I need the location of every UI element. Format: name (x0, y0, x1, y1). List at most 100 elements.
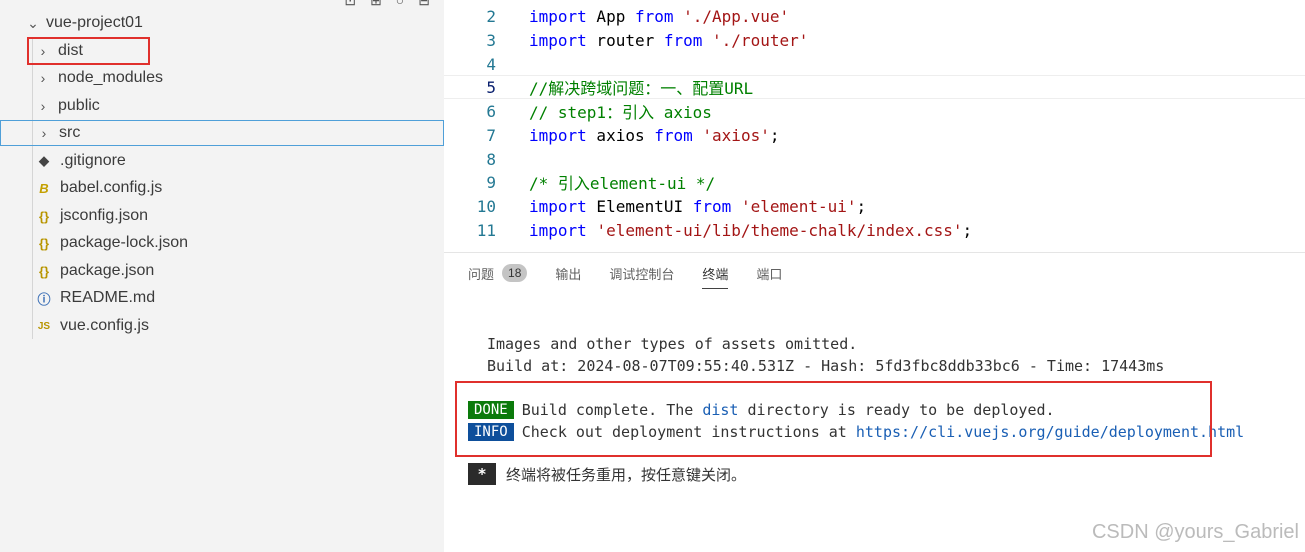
terminal-close-message: * 终端将被任务重用，按任意键关闭。 (468, 462, 746, 486)
code-editor[interactable]: 2 import App from './App.vue' 3 import rout… (444, 0, 1305, 252)
highlight-box-dist (27, 37, 150, 65)
tree-item-babel-config[interactable]: B babel.config.js (0, 175, 444, 201)
tree-root-folder[interactable]: ⌄ vue-project01 (0, 10, 444, 36)
code-line: 10 import ElementUI from 'element-ui'; (444, 194, 1305, 218)
code-token: // step1：引入 axios (529, 103, 712, 122)
panel-tabs: 问题 18 输出 调试控制台 终端 端口 (468, 253, 782, 293)
tab-debug-console[interactable]: 调试控制台 (609, 253, 674, 293)
code-line: 7 import axios from 'axios'; (444, 123, 1305, 147)
code-line: 9 /* 引入element-ui */ (444, 170, 1305, 194)
code-line: 5 //解决跨域问题：一、配置URL (444, 75, 1305, 99)
code-text: import 'element-ui/lib/theme-chalk/index… (529, 221, 972, 240)
tab-label: 问题 (468, 266, 495, 282)
tree-item-label: package.json (60, 262, 155, 279)
code-token: from (692, 196, 732, 216)
code-token: //解决跨域问题：一、配置URL (529, 79, 754, 98)
tab-label: 调试控制台 (609, 266, 675, 282)
code-line: 4 (444, 52, 1305, 76)
line-number: 4 (486, 54, 496, 74)
problems-count-badge: 18 (502, 264, 528, 282)
tab-label: 端口 (756, 266, 783, 282)
code-token: ; (856, 196, 867, 216)
tree-item-readme[interactable]: ⓘ README.md (0, 285, 444, 311)
tree-item-gitignore[interactable]: ◆ .gitignore (0, 148, 444, 174)
tree-item-label: jsconfig.json (60, 207, 149, 224)
code-token: ElementUI (586, 196, 693, 216)
code-line: 6 // step1：引入 axios (444, 99, 1305, 123)
line-number: 6 (486, 101, 496, 121)
explorer-sidebar: ⊡ ⊞ ○ ⊟ ⌄ vue-project01 › dist › node_mo… (0, 0, 444, 552)
chevron-right-icon: › (40, 70, 46, 86)
tab-label: 输出 (555, 266, 582, 282)
line-number: 5 (486, 77, 496, 97)
code-text: import router from './router' (529, 31, 808, 50)
tree-item-label: package-lock.json (60, 234, 189, 251)
json-icon: {} (38, 208, 50, 224)
code-text: import App from './App.vue' (529, 7, 789, 26)
git-icon: ◆ (39, 153, 49, 168)
code-token: from (654, 125, 693, 145)
js-icon: JS (37, 320, 51, 332)
tree-item-label: node_modules (58, 69, 163, 86)
line-number: 8 (486, 149, 496, 169)
tree-item-label: vue.config.js (60, 317, 149, 334)
terminal-line: Images and other types of assets omitted… (487, 335, 858, 353)
terminal-line: Build at: 2024-08-07T09:55:40.531Z - Has… (487, 357, 1165, 375)
code-token: import (529, 220, 587, 240)
tree-item-public[interactable]: › public (0, 93, 444, 119)
code-token: import (529, 125, 587, 145)
root-folder-label: vue-project01 (46, 14, 143, 31)
code-token: axios (586, 125, 655, 145)
close-message-text: 终端将被任务重用，按任意键关闭。 (506, 465, 747, 484)
tab-output[interactable]: 输出 (555, 253, 581, 293)
code-text: import ElementUI from 'element-ui'; (529, 197, 866, 216)
tab-terminal[interactable]: 终端 (702, 253, 729, 293)
code-text: /* 引入element-ui */ (529, 170, 715, 194)
chevron-down-icon: ⌄ (27, 14, 39, 31)
collapse-icon[interactable]: ⊟ (418, 0, 430, 9)
chevron-right-icon: › (40, 98, 46, 114)
tree-item-node-modules[interactable]: › node_modules (0, 65, 444, 91)
tree-item-vue-config[interactable]: JS vue.config.js (0, 313, 444, 339)
code-line: 3 import router from './router' (444, 28, 1305, 52)
tree-item-src[interactable]: › src (0, 120, 444, 146)
code-token: App (586, 6, 635, 26)
line-number: 7 (486, 125, 496, 145)
code-line: 8 (444, 147, 1305, 171)
chevron-right-icon: › (41, 125, 47, 141)
new-file-icon[interactable]: ⊡ (344, 0, 356, 9)
code-token: 'element-ui' (740, 196, 857, 216)
line-number: 11 (476, 220, 496, 240)
code-token: 'element-ui/lib/theme-chalk/index.css' (596, 220, 963, 240)
code-token: import (529, 196, 587, 216)
tree-item-package-json[interactable]: {} package.json (0, 258, 444, 284)
line-number: 10 (476, 196, 496, 216)
line-number: 9 (486, 172, 496, 192)
asterisk-icon: * (468, 463, 496, 485)
code-token: from (634, 6, 674, 26)
code-token: './router' (712, 30, 809, 50)
babel-icon: B (39, 180, 49, 196)
tab-label: 终端 (702, 266, 729, 282)
tab-problems[interactable]: 问题 18 (468, 253, 528, 293)
tree-item-label: babel.config.js (60, 179, 163, 196)
tab-ports[interactable]: 端口 (756, 253, 782, 293)
tree-item-jsconfig[interactable]: {} jsconfig.json (0, 203, 444, 229)
code-text: //解决跨域问题：一、配置URL (529, 75, 753, 99)
code-text: // step1：引入 axios (529, 99, 712, 123)
watermark: CSDN @yours_Gabriel (1091, 521, 1299, 543)
bottom-panel: 问题 18 输出 调试控制台 终端 端口 Images and other ty… (444, 252, 1305, 552)
code-token: ; (769, 125, 780, 145)
new-folder-icon[interactable]: ⊞ (370, 0, 382, 9)
code-token: ; (962, 220, 973, 240)
code-token: import (529, 6, 587, 26)
tree-item-package-lock[interactable]: {} package-lock.json (0, 230, 444, 256)
code-token: router (586, 30, 664, 50)
highlight-box-build (455, 381, 1212, 457)
refresh-icon[interactable]: ○ (396, 0, 404, 9)
